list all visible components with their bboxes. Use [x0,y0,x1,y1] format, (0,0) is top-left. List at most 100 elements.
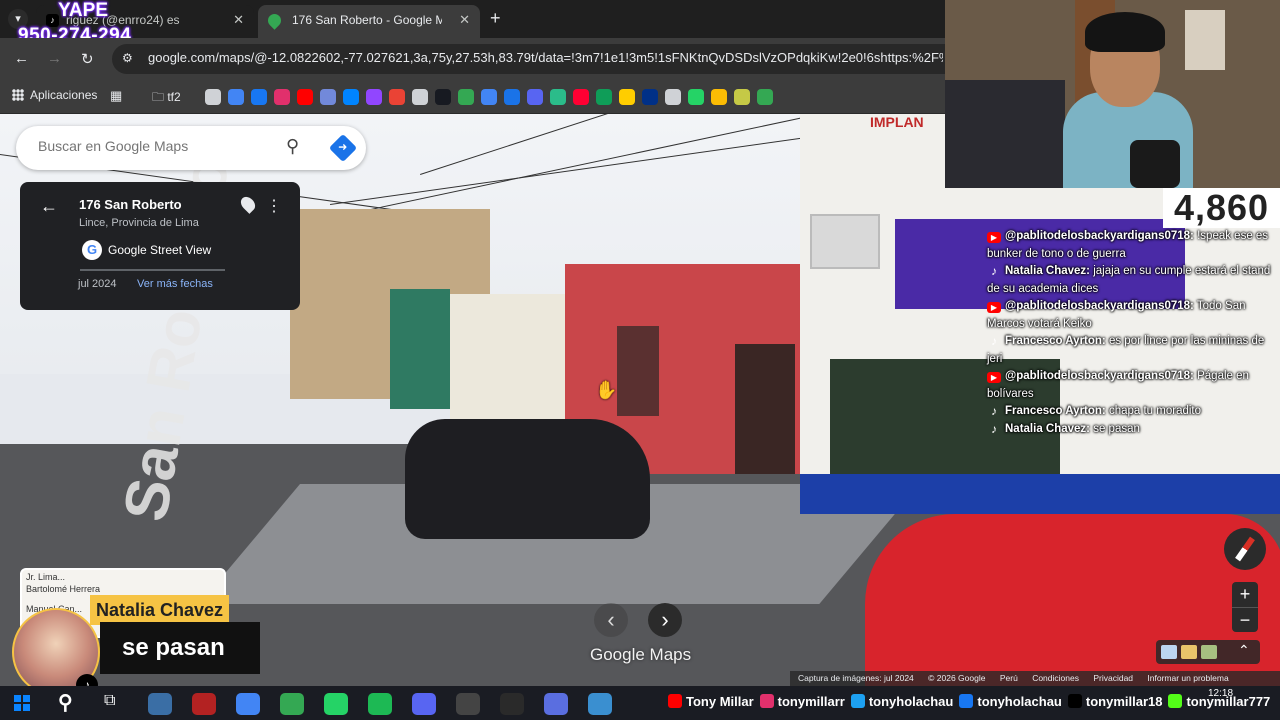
taskbar-app-icon[interactable] [588,693,612,715]
bookmark-favicon-icon[interactable] [527,89,543,105]
country-link[interactable]: Perú [1000,673,1018,683]
windows-start-icon[interactable] [14,695,30,711]
bookmark-favicon-icon[interactable] [343,89,359,105]
site-info-icon[interactable]: ⚙ [122,51,133,65]
maps-footer: Captura de imágenes: jul 2024 © 2026 Goo… [790,671,1280,686]
bookmark-favicon-icon[interactable] [757,89,773,105]
taskbar-app-icon[interactable] [280,693,304,715]
maps-search-box[interactable]: ⚲ ➜ [16,126,366,170]
taskbar-app-icon[interactable] [544,693,568,715]
tiktok-icon: ♪ [991,264,997,278]
taskbar-app-icon[interactable] [192,693,216,715]
bookmark-favicon-icon[interactable] [596,89,612,105]
directions-icon[interactable]: ➜ [328,133,358,163]
tab-google-maps[interactable]: 176 San Roberto - Google Maps ✕ [258,5,480,38]
bookmark-favicon-icon[interactable] [389,89,405,105]
tab-groups-icon[interactable]: ▦ [110,88,122,104]
streamer-hair [1085,12,1165,52]
capture-date: jul 2024 [78,278,117,290]
taskbar-app-icon[interactable] [456,693,480,715]
bookmarks-bar: Aplicaciones ▦ 🗀 tf2 [0,80,945,114]
chat-username: Natalia Chavez: [1005,265,1091,277]
bookmark-favicon-icon[interactable] [642,89,658,105]
bookmark-folder[interactable]: 🗀 tf2 [152,88,181,109]
back-arrow-icon[interactable]: ← [14,50,29,67]
task-view-icon[interactable]: ⧉ [104,692,115,710]
bookmark-favicon-icon[interactable] [504,89,520,105]
taskbar-app-icon[interactable] [500,693,524,715]
apps-label: Aplicaciones [30,88,98,102]
compass-icon[interactable] [1224,528,1266,570]
chat-message: ♪ Natalia Chavez: se pasan [987,421,1277,439]
back-arrow-icon[interactable]: ← [40,196,58,217]
maps-favicon-icon [265,11,284,30]
tab-close-icon[interactable]: ✕ [459,5,470,35]
bookmark-favicon-icon[interactable] [228,89,244,105]
instagram-icon [759,694,774,708]
bookmark-favicon-icon[interactable] [665,89,681,105]
next-arrow-icon[interactable]: › [648,603,682,637]
taskbar-app-icon[interactable] [412,693,436,715]
social-handle-label: tonyholachau [977,694,1062,709]
omnibox[interactable]: ⚙ google.com/maps/@-12.0822602,-77.02762… [112,44,945,74]
bookmark-favicon-icon[interactable] [251,89,267,105]
taskbar-app-icon[interactable] [368,693,392,715]
search-icon[interactable]: ⚲ [286,136,299,157]
twitter-icon [850,694,865,708]
zoom-out-button[interactable]: − [1232,607,1258,632]
layers-strip[interactable]: ⌃ [1156,640,1260,664]
location-pin-icon[interactable] [238,194,258,214]
social-handles: Tony Millar tonymillarr tonyholachau tonyho… [668,694,1276,709]
zoom-in-button[interactable]: + [1232,582,1258,607]
layer-thumbnail[interactable] [1181,645,1197,659]
clock[interactable]: 12:18 [1208,688,1233,699]
youtube-icon [668,694,682,708]
bookmark-favicon-icon[interactable] [205,89,221,105]
reload-icon[interactable]: ↻ [81,50,94,68]
taskbar-app-icon[interactable] [236,693,260,715]
bookmark-favicon-icon[interactable] [458,89,474,105]
chat-text: chapa tu moradito [1105,405,1202,417]
microphone [1130,140,1180,188]
zoom-controls: + − [1232,582,1258,632]
layer-thumbnail[interactable] [1161,645,1177,659]
search-icon[interactable]: ⚲ [58,690,73,715]
chat-username: Natalia Chavez: [1005,422,1091,435]
more-options-icon[interactable]: ⋮ [266,196,282,216]
previous-arrow-icon[interactable]: ‹ [594,603,628,637]
expand-chevron-icon[interactable]: ⌃ [1238,642,1250,659]
minimap-street: Bartolomé Herrera [26,584,101,594]
bookmark-favicon-icon[interactable] [573,89,589,105]
report-link[interactable]: Informar un problema [1147,673,1228,683]
terms-link[interactable]: Condiciones [1032,673,1079,683]
bookmark-favicon-icon[interactable] [619,89,635,105]
privacy-link[interactable]: Privacidad [1093,673,1133,683]
bookmark-favicon-icon[interactable] [297,89,313,105]
street-view-source: Google Street View [108,243,212,257]
chat-username: @pablitodelosbackyardigans0718: [1005,230,1194,242]
bookmark-favicon-icon[interactable] [481,89,497,105]
bookmark-favicon-icon[interactable] [412,89,428,105]
bookmark-favicon-icon[interactable] [688,89,704,105]
layer-thumbnail[interactable] [1201,645,1217,659]
more-dates-link[interactable]: Ver más fechas [137,278,213,290]
bookmark-favicon-icon[interactable] [711,89,727,105]
new-tab-plus-icon[interactable]: + [490,8,501,29]
forward-arrow-icon[interactable]: → [47,50,62,67]
tiktok-icon [1067,694,1082,708]
bookmark-favicon-icon[interactable] [366,89,382,105]
taskbar-app-icon[interactable] [148,693,172,715]
address-bar-row: ← → ↻ ⚙ google.com/maps/@-12.0822602,-77… [0,38,945,80]
bookmark-favicon-icon[interactable] [734,89,750,105]
bookmark-favicon-icon[interactable] [320,89,336,105]
divider [80,269,225,271]
bookmark-favicon-icon[interactable] [550,89,566,105]
taskbar-app-icon[interactable] [324,693,348,715]
tab-close-icon[interactable]: ✕ [233,5,244,35]
search-input[interactable] [36,137,276,155]
bookmark-favicon-icon[interactable] [435,89,451,105]
bookmark-favicon-icon[interactable] [274,89,290,105]
bookmark-apps[interactable]: Aplicaciones [12,88,97,102]
chat-message: ♪ Francesco Ayrton: chapa tu moradito [987,403,1277,421]
stream-chat: ▶ @pablitodelosbackyardigans0718: !speak … [987,228,1277,438]
